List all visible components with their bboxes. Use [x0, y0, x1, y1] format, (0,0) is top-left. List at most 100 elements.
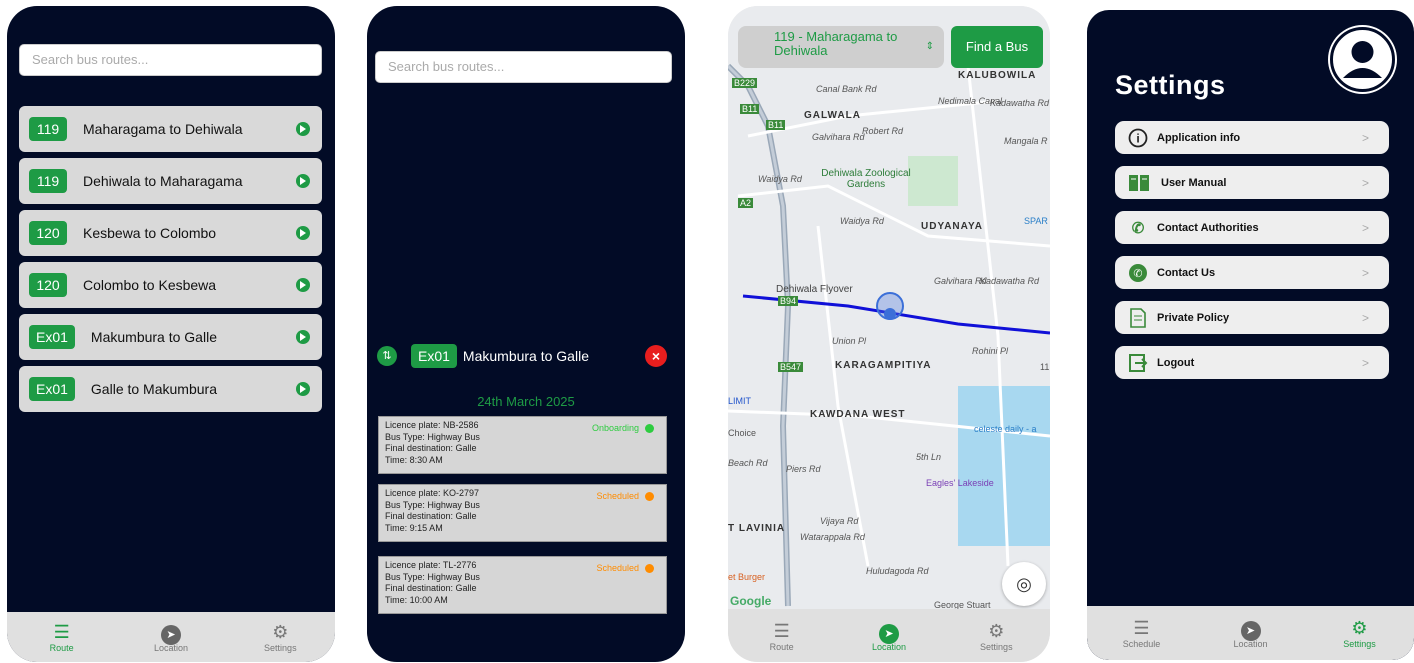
- map-label: George Stuart: [934, 600, 991, 609]
- svg-text:i: i: [1136, 131, 1139, 145]
- map-label: Waidya Rd: [840, 216, 884, 226]
- map-label: B11: [766, 120, 786, 130]
- settings-item-contact-authorities[interactable]: ✆ Contact Authorities >: [1115, 211, 1389, 244]
- bus-card[interactable]: Licence plate: KO-2797 Bus Type: Highway…: [378, 484, 667, 542]
- final-destination: Final destination: Galle: [385, 583, 477, 593]
- user-icon: [1343, 41, 1382, 78]
- route-name: Colombo to Kesbewa: [83, 277, 217, 293]
- gear-icon: ⚙: [1351, 618, 1368, 638]
- status-dot: [645, 564, 654, 574]
- navigation-icon: ➤: [878, 623, 899, 644]
- tab-schedule[interactable]: ☰ Schedule: [1102, 617, 1182, 649]
- swap-direction-icon[interactable]: ⇅: [377, 346, 397, 366]
- route-item[interactable]: 119 Dehiwala to Maharagama: [19, 158, 322, 204]
- page-title: Settings: [1115, 70, 1226, 100]
- search-input[interactable]: Search bus routes...: [19, 44, 322, 76]
- chevron-right-icon: [296, 174, 310, 188]
- tab-settings[interactable]: ⚙ Settings: [240, 621, 320, 653]
- avatar[interactable]: [1330, 27, 1395, 92]
- list-icon: ☰: [773, 620, 790, 641]
- map-label: 5th Ln: [916, 452, 942, 462]
- document-icon: [1127, 307, 1149, 329]
- bus-card[interactable]: Licence plate: NB-2586 Bus Type: Highway…: [378, 416, 667, 474]
- map-label: KARAGAMPITIYA: [835, 360, 932, 371]
- map-label: KAWDANA WEST: [810, 409, 906, 420]
- departure-time: Time: 9:15 AM: [385, 522, 443, 533]
- tab-route[interactable]: ☰ Route: [22, 621, 102, 653]
- route-item[interactable]: 119 Maharagama to Dehiwala: [19, 106, 322, 152]
- route-item[interactable]: Ex01 Makumbura to Galle: [19, 314, 322, 360]
- book-icon: [1127, 172, 1149, 194]
- chevron-right-icon: [296, 122, 310, 136]
- map-label: LIMIT: [728, 396, 752, 406]
- route-number-badge: 119: [29, 117, 67, 141]
- crosshair-icon: ◎: [1016, 574, 1032, 594]
- route-number-badge: 120: [29, 273, 67, 297]
- settings-item-private-policy[interactable]: Private Policy >: [1115, 301, 1389, 334]
- tab-bar: ☰ Schedule ➤ Location ⚙ Settings: [1087, 606, 1414, 660]
- map-label: Waidya Rd: [758, 174, 802, 184]
- map-label: Union Pl: [832, 336, 867, 346]
- chevron-right-icon: >: [1361, 265, 1369, 280]
- tab-location[interactable]: ➤ Location: [131, 621, 211, 653]
- departure-time: Time: 10:00 AM: [385, 594, 448, 605]
- map-label: celeste daily - a: [974, 424, 1037, 434]
- route-item[interactable]: 120 Kesbewa to Colombo: [19, 210, 322, 256]
- settings-item-user-manual[interactable]: User Manual >: [1115, 166, 1389, 199]
- map-label: et Burger: [728, 572, 766, 582]
- route-number-badge: 120: [29, 221, 67, 245]
- map-view[interactable]: KALUBOWILA GALWALA Dehiwala Zoological G…: [728, 6, 1050, 609]
- map-label: Dehiwala Flyover: [776, 284, 853, 295]
- route-header: ⇅ Ex01 Makumbura to Galle ×: [377, 342, 675, 370]
- tab-label: Settings: [980, 641, 1013, 652]
- status-dot: [645, 492, 654, 502]
- tab-location[interactable]: ➤ Location: [849, 620, 929, 652]
- bus-marker-icon[interactable]: [876, 292, 904, 320]
- tab-label: Route: [769, 641, 794, 652]
- google-logo: Google: [730, 594, 772, 608]
- map-label: Dehiwala Zoological Gardens: [821, 168, 911, 190]
- chevron-right-icon: [296, 226, 310, 240]
- map-label: Nedimala Canal: [938, 96, 1003, 106]
- map-label: KALUBOWILA: [958, 70, 1037, 81]
- tab-settings[interactable]: ⚙ Settings: [1320, 617, 1400, 649]
- find-bus-button[interactable]: Find a Bus: [951, 26, 1043, 68]
- route-name: Makumbura to Galle: [462, 348, 589, 364]
- my-location-button[interactable]: ◎: [1002, 562, 1046, 606]
- route-name: Makumbura to Galle: [90, 329, 217, 345]
- phone-icon: ✆: [1127, 262, 1149, 284]
- map-label: B11: [740, 104, 760, 114]
- navigation-icon: ➤: [160, 625, 181, 645]
- tab-route[interactable]: ☰ Route: [742, 620, 822, 652]
- tab-settings[interactable]: ⚙ Settings: [956, 620, 1036, 652]
- settings-item-logout[interactable]: Logout >: [1115, 346, 1389, 379]
- gear-icon: ⚙: [988, 620, 1005, 641]
- list-icon: ☰: [53, 622, 70, 642]
- close-icon[interactable]: ×: [645, 345, 667, 367]
- phone-shield-icon: ✆: [1131, 219, 1145, 237]
- map-label: B229: [732, 78, 758, 88]
- map-label: Piers Rd: [786, 464, 821, 474]
- map-label: Galvihara Rd: [812, 132, 865, 142]
- status-badge: Scheduled: [596, 563, 654, 575]
- tab-label: Location: [1233, 639, 1268, 649]
- bus-card[interactable]: Licence plate: TL-2776 Bus Type: Highway…: [378, 556, 667, 614]
- tab-location[interactable]: ➤ Location: [1211, 617, 1291, 649]
- settings-item-app-info[interactable]: i Application info >: [1115, 121, 1389, 154]
- tab-label: Location: [153, 643, 188, 653]
- chevron-right-icon: [296, 382, 310, 396]
- map-label: A2: [738, 198, 754, 208]
- departure-time: Time: 8:30 AM: [385, 454, 443, 465]
- route-item[interactable]: 120 Colombo to Kesbewa: [19, 262, 322, 308]
- tab-label: Route: [49, 643, 74, 653]
- search-input[interactable]: Search bus routes...: [375, 51, 672, 83]
- chevron-right-icon: >: [1361, 220, 1369, 235]
- gear-icon: ⚙: [272, 622, 289, 642]
- tab-label: Location: [871, 641, 906, 652]
- route-number-badge: Ex01: [29, 325, 75, 349]
- route-select[interactable]: 119 - Maharagama to Dehiwala ⇕: [738, 26, 944, 68]
- settings-item-contact-us[interactable]: ✆ Contact Us >: [1115, 256, 1389, 289]
- tab-bar: ☰ Route ➤ Location ⚙ Settings: [728, 609, 1050, 662]
- final-destination: Final destination: Galle: [385, 443, 477, 453]
- route-item[interactable]: Ex01 Galle to Makumbura: [19, 366, 322, 412]
